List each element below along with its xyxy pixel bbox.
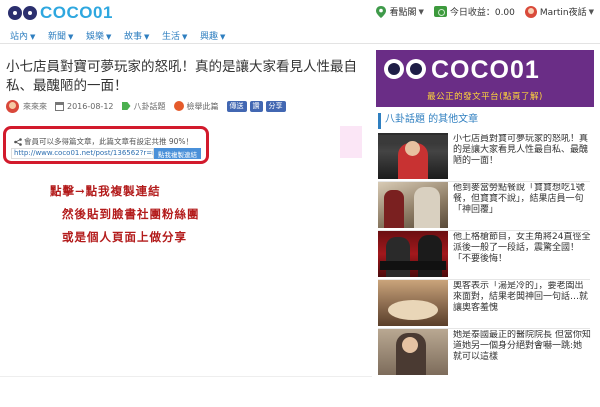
annotation-line-2: 然後貼到臉書社團粉絲團	[62, 207, 200, 221]
banner-eyes	[384, 59, 428, 79]
warning-icon	[173, 101, 184, 111]
report-link[interactable]: 檢舉此篇	[173, 101, 219, 112]
copy-link-button[interactable]: 點我複製連結	[154, 148, 201, 159]
share-icon	[14, 137, 22, 146]
date-text: 2016-08-12	[67, 101, 114, 111]
fb-like-button[interactable]: 讚	[249, 100, 263, 112]
article-thumbnail[interactable]	[378, 280, 448, 326]
author-avatar[interactable]	[6, 99, 19, 113]
article-thumbnail[interactable]	[378, 182, 448, 228]
banner-slogan: 最公正的發文平台(點頁了解)	[427, 92, 543, 102]
report-text: 檢舉此篇	[186, 101, 219, 111]
sidebar-article-title[interactable]: 奧客表示「湯是冷的」，要老闆出來面對，結果老闆神回一句話…就讓奧客羞愧	[453, 281, 591, 325]
calendar-icon	[55, 101, 64, 111]
chevron-down-icon: ▼	[418, 7, 424, 16]
sidebar-article[interactable]: 他到麥當勞點餐說「寶寶想吃1號餐，但寶寶不說」，結果店員一句「神回覆」	[378, 182, 590, 230]
user-menu[interactable]: Martin夜話 ▼	[524, 5, 594, 18]
article-thumbnail[interactable]	[378, 329, 448, 375]
earnings-display[interactable]: 今日收益：0.00	[433, 5, 515, 18]
sidebar-article[interactable]: 他上格槍節目，女主角將24直徑全派後一般了一段話，震驚全國！「不要後悔！	[378, 231, 590, 279]
nav-item-entertainment[interactable]: 娛樂 ▼	[86, 29, 111, 42]
sidebar-heading: 八卦話題 的其他文章	[378, 113, 590, 129]
logo-eye-right-icon	[23, 6, 37, 20]
chevron-down-icon: ▼	[182, 33, 188, 41]
location-label: 看點閣	[389, 8, 417, 18]
nav-label: 娛樂	[86, 32, 105, 42]
nav-label: 站內	[10, 32, 29, 42]
nav-label: 故事	[124, 32, 143, 42]
location-pin-icon	[376, 5, 387, 18]
logo-text: COCO01	[40, 3, 113, 22]
article-date: 2016-08-12	[55, 101, 114, 111]
user-avatar-icon	[524, 5, 537, 18]
nav-label: 生活	[162, 32, 181, 42]
site-logo[interactable]: COCO01	[8, 3, 113, 23]
author-name[interactable]: 來來來	[23, 101, 47, 112]
article-category[interactable]: 八卦話題	[121, 101, 166, 112]
banner-eye-left-icon	[384, 59, 404, 79]
sidebar-article-title[interactable]: 他上格槍節目，女主角將24直徑全派後一般了一段話，震驚全國！「不要後悔！	[453, 232, 591, 276]
sidebar-article[interactable]: 小七店員對寶可夢玩家的怒吼！真的是讓大家看見人性最自私、最醜陋的一面！	[378, 133, 590, 181]
share-url-field[interactable]: http://www.coco01.net/post/136562?r=mart…	[11, 148, 154, 159]
money-icon	[433, 6, 447, 17]
tag-icon	[121, 102, 131, 110]
chevron-down-icon: ▼	[106, 33, 112, 41]
nav-item-news[interactable]: 新聞 ▼	[48, 29, 73, 42]
article-meta: 來來來 2016-08-12 八卦話題 檢舉此篇 傳送 讚 分享	[6, 96, 366, 116]
article-title: 小七店員對寶可夢玩家的怒吼！真的是讓大家看見人性最自私、最醜陋的一面！	[6, 59, 357, 94]
fb-share-button[interactable]: 分享	[265, 100, 286, 112]
category-text: 八卦話題	[133, 101, 166, 111]
nav-item-site[interactable]: 站內 ▼	[10, 29, 35, 42]
nav-label: 新聞	[48, 32, 67, 42]
annotation-line-3: 或是個人頁面上做分享	[62, 230, 187, 244]
sidebar-article-title[interactable]: 小七店員對寶可夢玩家的怒吼！真的是讓大家看見人性最自私、最醜陋的一面！	[453, 134, 591, 178]
ad-placeholder	[340, 126, 362, 158]
nav-item-interests[interactable]: 興趣 ▼	[200, 29, 225, 42]
banner-logo-text: COCO01	[431, 56, 540, 84]
sidebar-banner[interactable]: COCO01 最公正的發文平台(點頁了解)	[376, 50, 594, 107]
top-right-menu: 看點閣 ▼ 今日收益：0.00 Martin夜話 ▼	[366, 5, 594, 18]
nav-item-life[interactable]: 生活 ▼	[162, 29, 187, 42]
banner-eye-right-icon	[406, 59, 426, 79]
annotation-line-1: 點擊→點我複製連結	[50, 184, 161, 198]
article-thumbnail[interactable]	[378, 133, 448, 179]
article-thumbnail[interactable]	[378, 231, 448, 277]
logo-eye-left-icon	[8, 6, 22, 20]
main-nav: 站內 ▼ 新聞 ▼ 娛樂 ▼ 故事 ▼ 生活 ▼ 興趣 ▼	[0, 26, 600, 44]
chevron-down-icon: ▼	[220, 33, 226, 41]
divider	[0, 376, 372, 377]
chevron-down-icon: ▼	[144, 33, 150, 41]
nav-item-stories[interactable]: 故事 ▼	[124, 29, 149, 42]
chevron-down-icon: ▼	[30, 33, 36, 41]
location-menu[interactable]: 看點閣 ▼	[376, 5, 424, 18]
sidebar-article[interactable]: 她是泰國最正的醫院院長 但當你知道她另一個身分絕對會嚇一跳:她就可以這樣	[378, 329, 591, 377]
share-link-box: 會員可以多得篇文章，此篇文章有設定共推 90%！ http://www.coco…	[3, 126, 209, 164]
nav-label: 興趣	[200, 32, 219, 42]
top-bar: COCO01 看點閣 ▼ 今日收益：0.00 Martin夜話 ▼	[0, 0, 600, 26]
share-notice-text: 會員可以多得篇文章，此篇文章有設定共推 90%！	[24, 137, 194, 146]
earnings-label: 今日收益：0.00	[449, 8, 515, 18]
chevron-down-icon: ▼	[68, 33, 74, 41]
share-notice: 會員可以多得篇文章，此篇文章有設定共推 90%！	[14, 136, 193, 147]
sidebar-article[interactable]: 奧客表示「湯是冷的」，要老闆出來面對，結果老闆神回一句話…就讓奧客羞愧	[378, 280, 590, 328]
user-label: Martin夜話	[539, 8, 587, 18]
sidebar-article-title[interactable]: 他到麥當勞點餐說「寶寶想吃1號餐，但寶寶不說」，結果店員一句「神回覆」	[453, 183, 591, 227]
chevron-down-icon: ▼	[588, 7, 594, 16]
sidebar-article-title[interactable]: 她是泰國最正的醫院院長 但當你知道她另一個身分絕對會嚇一跳:她就可以這樣	[453, 330, 591, 374]
fb-send-button[interactable]: 傳送	[226, 100, 247, 112]
